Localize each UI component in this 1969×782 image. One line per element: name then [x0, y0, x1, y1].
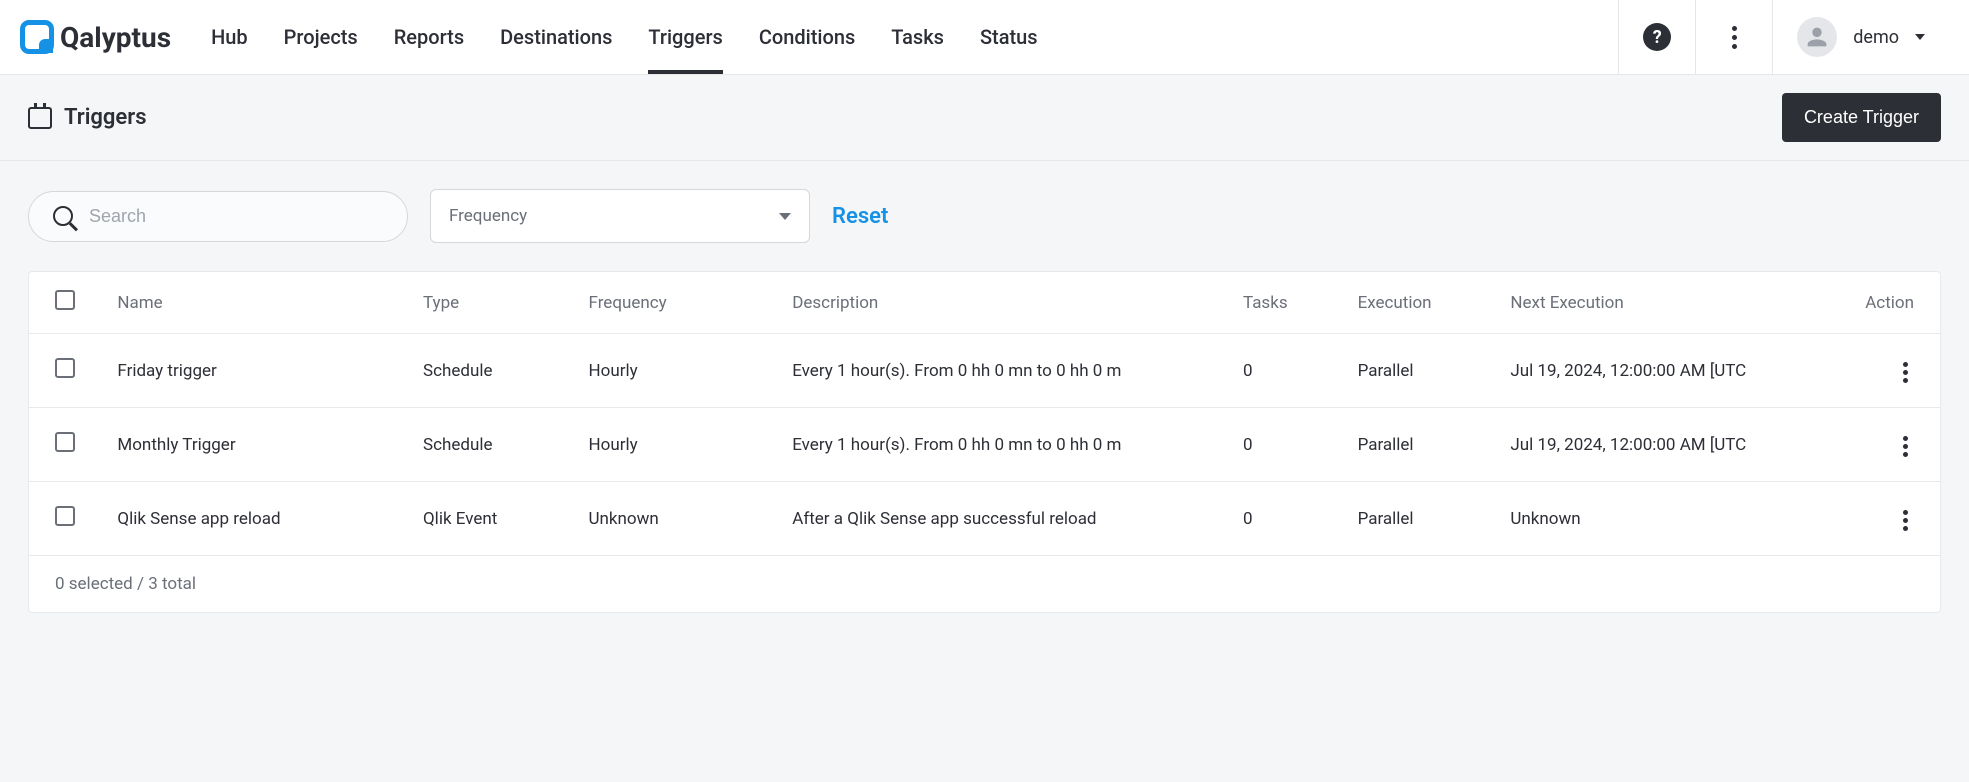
- col-header-next-execution[interactable]: Next Execution: [1498, 272, 1829, 334]
- cell-execution: Parallel: [1346, 482, 1499, 556]
- cell-description: Every 1 hour(s). From 0 hh 0 mn to 0 hh …: [792, 435, 1122, 455]
- row-actions-button[interactable]: [1897, 356, 1914, 389]
- nav-item-projects[interactable]: Projects: [284, 0, 358, 74]
- nav-item-destinations[interactable]: Destinations: [500, 0, 612, 74]
- table-row[interactable]: Monthly Trigger Schedule Hourly Every 1 …: [29, 408, 1940, 482]
- col-header-frequency[interactable]: Frequency: [577, 272, 781, 334]
- nav-items: Hub Projects Reports Destinations Trigge…: [211, 0, 1618, 74]
- help-icon: ?: [1643, 23, 1671, 51]
- cell-next-execution: Unknown: [1510, 509, 1750, 529]
- col-header-action: Action: [1829, 272, 1940, 334]
- logo-text: Qalyptus: [60, 21, 171, 54]
- col-header-tasks[interactable]: Tasks: [1231, 272, 1346, 334]
- triggers-table: Name Type Frequency Description Tasks Ex…: [28, 271, 1941, 613]
- cell-description: After a Qlik Sense app successful reload: [792, 509, 1122, 529]
- nav-item-conditions[interactable]: Conditions: [759, 0, 855, 74]
- table-row[interactable]: Friday trigger Schedule Hourly Every 1 h…: [29, 334, 1940, 408]
- cell-tasks: 0: [1231, 408, 1346, 482]
- cell-name: Monthly Trigger: [105, 408, 411, 482]
- frequency-select[interactable]: Frequency: [430, 189, 810, 243]
- row-actions-button[interactable]: [1897, 430, 1914, 463]
- top-nav: Qalyptus Hub Projects Reports Destinatio…: [0, 0, 1969, 75]
- nav-item-tasks[interactable]: Tasks: [891, 0, 944, 74]
- col-header-execution[interactable]: Execution: [1346, 272, 1499, 334]
- cell-type: Schedule: [411, 334, 577, 408]
- page-title-text: Triggers: [64, 105, 147, 130]
- user-name: demo: [1853, 27, 1899, 48]
- cell-next-execution: Jul 19, 2024, 12:00:00 AM [UTC: [1510, 361, 1750, 381]
- cell-type: Qlik Event: [411, 482, 577, 556]
- dropdown-arrow-icon: [779, 213, 791, 220]
- calendar-icon: [28, 107, 52, 129]
- reset-link[interactable]: Reset: [832, 204, 888, 229]
- col-header-description[interactable]: Description: [780, 272, 1231, 334]
- nav-item-reports[interactable]: Reports: [394, 0, 464, 74]
- cell-next-execution: Jul 19, 2024, 12:00:00 AM [UTC: [1510, 435, 1750, 455]
- cell-tasks: 0: [1231, 334, 1346, 408]
- filters-bar: Frequency Reset: [0, 161, 1969, 271]
- logo[interactable]: Qalyptus: [20, 20, 171, 54]
- row-actions-button[interactable]: [1897, 504, 1914, 537]
- select-all-checkbox[interactable]: [55, 290, 75, 310]
- search-icon: [53, 206, 73, 226]
- nav-item-hub[interactable]: Hub: [211, 0, 248, 74]
- search-box[interactable]: [28, 191, 408, 242]
- logo-icon: [20, 20, 54, 54]
- cell-frequency: Hourly: [577, 408, 781, 482]
- cell-tasks: 0: [1231, 482, 1346, 556]
- cell-frequency: Unknown: [577, 482, 781, 556]
- avatar-icon: [1797, 17, 1837, 57]
- cell-execution: Parallel: [1346, 408, 1499, 482]
- more-button[interactable]: [1696, 0, 1772, 74]
- col-header-name[interactable]: Name: [105, 272, 411, 334]
- row-checkbox[interactable]: [55, 358, 75, 378]
- frequency-label: Frequency: [449, 206, 527, 226]
- nav-item-status[interactable]: Status: [980, 0, 1038, 74]
- row-checkbox[interactable]: [55, 506, 75, 526]
- cell-frequency: Hourly: [577, 334, 781, 408]
- nav-item-triggers[interactable]: Triggers: [648, 0, 722, 74]
- create-trigger-button[interactable]: Create Trigger: [1782, 93, 1941, 142]
- user-menu[interactable]: demo: [1773, 17, 1949, 57]
- cell-type: Schedule: [411, 408, 577, 482]
- table-row[interactable]: Qlik Sense app reload Qlik Event Unknown…: [29, 482, 1940, 556]
- nav-right: ? demo: [1618, 0, 1949, 74]
- chevron-down-icon: [1915, 34, 1925, 40]
- col-header-type[interactable]: Type: [411, 272, 577, 334]
- page-header: Triggers Create Trigger: [0, 75, 1969, 161]
- table-footer: 0 selected / 3 total: [29, 556, 1940, 612]
- more-vert-icon: [1732, 26, 1737, 49]
- cell-execution: Parallel: [1346, 334, 1499, 408]
- page-title: Triggers: [28, 105, 147, 130]
- cell-description: Every 1 hour(s). From 0 hh 0 mn to 0 hh …: [792, 361, 1122, 381]
- cell-name: Qlik Sense app reload: [105, 482, 411, 556]
- cell-name: Friday trigger: [105, 334, 411, 408]
- search-input[interactable]: [89, 206, 383, 227]
- help-button[interactable]: ?: [1619, 0, 1695, 74]
- row-checkbox[interactable]: [55, 432, 75, 452]
